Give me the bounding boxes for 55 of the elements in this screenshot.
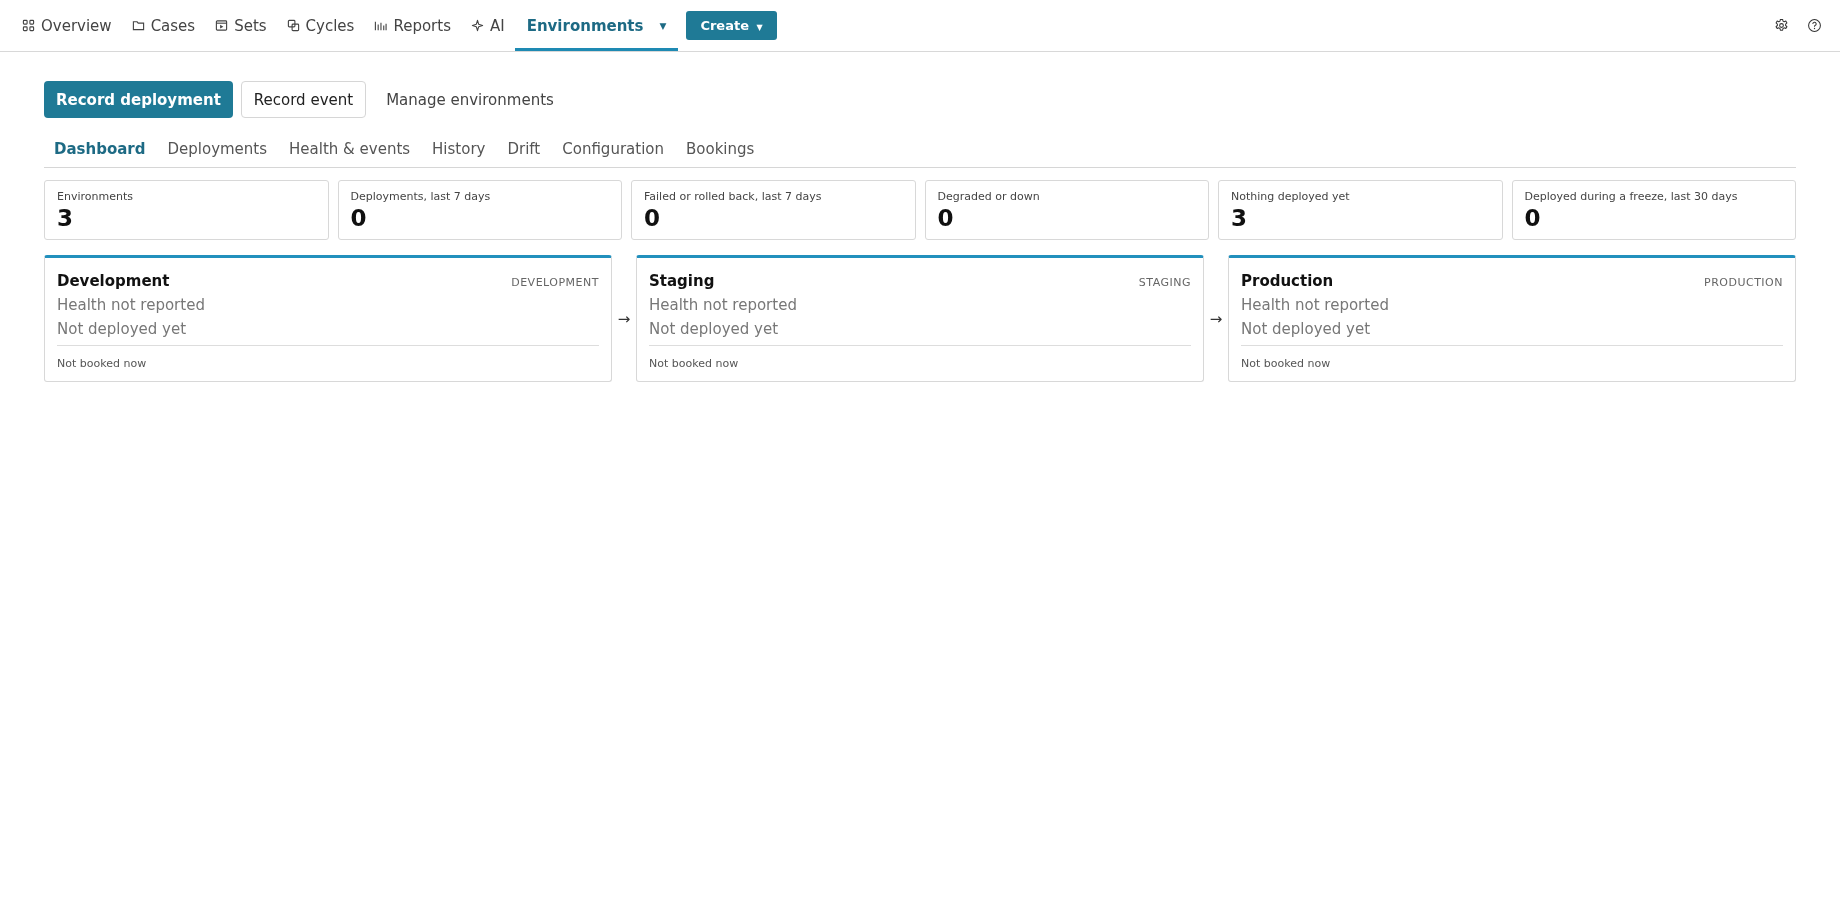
booking-status: Not booked now xyxy=(1241,357,1331,370)
tab[interactable]: History xyxy=(421,134,497,167)
health-status: Health not reported xyxy=(57,296,206,314)
environment-name: Staging xyxy=(649,272,715,290)
bar-chart-icon xyxy=(374,19,388,32)
stat-value: 0 xyxy=(1524,205,1542,231)
stat-value: 0 xyxy=(350,205,368,231)
arrow-connector: → xyxy=(1208,309,1224,328)
manage-link[interactable]: Manage environments xyxy=(374,81,566,118)
nav-tab[interactable]: Overview xyxy=(22,0,122,51)
stat-label: Environments xyxy=(57,190,134,203)
folder-icon xyxy=(131,19,145,32)
tab[interactable]: Health & events xyxy=(278,134,422,167)
environment-name: Production xyxy=(1241,272,1334,290)
create-button[interactable]: Create ▼ xyxy=(686,11,777,40)
tab[interactable]: Dashboard xyxy=(54,134,157,167)
health-status: Health not reported xyxy=(1241,296,1390,314)
stat-value: 0 xyxy=(644,205,661,231)
deployment-status: Not deployed yet xyxy=(649,320,780,338)
grid-icon xyxy=(22,19,35,32)
stat-label: Degraded or down xyxy=(937,190,1041,203)
settings-icon[interactable] xyxy=(1774,18,1789,33)
nav-tab[interactable]: Cases xyxy=(121,0,206,51)
help-icon[interactable] xyxy=(1807,18,1822,33)
nav-tab[interactable]: Cycles xyxy=(276,0,365,51)
stat-label: Deployments, last 7 days xyxy=(350,190,492,203)
tab[interactable]: Drift xyxy=(496,134,552,167)
nav-tab[interactable]: Environments ▼ xyxy=(514,0,679,51)
stat-label: Failed or rolled back, last 7 days xyxy=(644,190,823,203)
arrow-connector: → xyxy=(616,309,632,328)
sparkle-icon xyxy=(470,19,484,32)
booking-status: Not booked now xyxy=(649,357,739,370)
stat-value: 3 xyxy=(1231,205,1248,231)
copy-icon xyxy=(286,19,300,32)
nav-tab[interactable]: Reports xyxy=(364,0,461,51)
tab[interactable]: Configuration xyxy=(551,134,675,167)
stat-label: Deployed during a freeze, last 30 days xyxy=(1524,190,1739,203)
environment-tag: STAGING xyxy=(1138,276,1191,289)
play-icon xyxy=(215,19,229,32)
nav-tab[interactable]: Sets xyxy=(205,0,277,51)
health-status: Health not reported xyxy=(649,296,798,314)
tab[interactable]: Deployments xyxy=(156,134,279,167)
stat-label: Nothing deployed yet xyxy=(1231,190,1351,203)
deployment-status: Not deployed yet xyxy=(1241,320,1372,338)
tab[interactable]: Bookings xyxy=(675,134,766,167)
action-button[interactable]: Record deployment xyxy=(44,81,233,118)
deployment-status: Not deployed yet xyxy=(57,320,188,338)
booking-status: Not booked now xyxy=(57,357,147,370)
stat-value: 0 xyxy=(937,205,955,231)
environment-tag: DEVELOPMENT xyxy=(511,276,599,289)
action-button[interactable]: Record event xyxy=(240,81,367,118)
stat-value: 3 xyxy=(57,205,74,231)
environment-name: Development xyxy=(57,272,170,290)
environment-tag: PRODUCTION xyxy=(1704,276,1783,289)
nav-tab[interactable]: AI xyxy=(460,0,515,51)
